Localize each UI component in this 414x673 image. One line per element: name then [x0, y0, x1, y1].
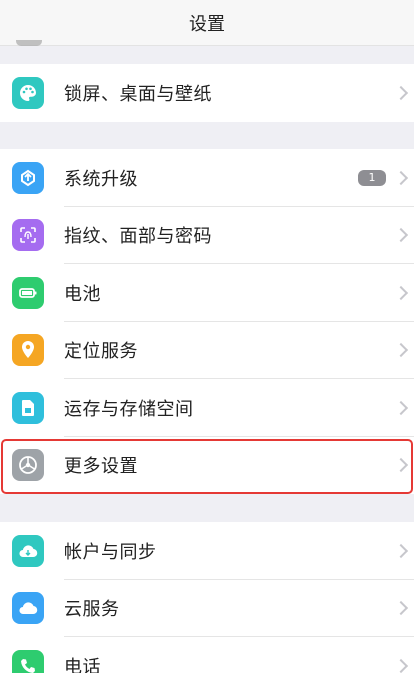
settings-item-memory-storage[interactable]: 运存与存储空间 [0, 379, 414, 437]
chevron-right-icon [393, 658, 409, 673]
battery-icon [12, 276, 44, 309]
settings-item-system-upgrade[interactable]: 系统升级 1 [0, 149, 414, 207]
settings-item-more-settings[interactable]: 更多设置 [0, 436, 414, 494]
upgrade-icon [12, 161, 44, 194]
settings-group-accounts: 帐户与同步 云服务 电话 [0, 522, 414, 673]
update-count-badge: 1 [358, 169, 386, 186]
chevron-right-icon [393, 458, 409, 473]
settings-item-label: 电话 [64, 656, 101, 673]
settings-item-label: 锁屏、桌面与壁纸 [64, 83, 212, 105]
location-icon [12, 334, 44, 367]
settings-item-battery[interactable]: 电池 [0, 264, 414, 322]
storage-icon [12, 391, 44, 424]
settings-item-label: 帐户与同步 [64, 541, 157, 563]
chevron-right-icon [393, 170, 409, 185]
settings-item-fingerprint-face-password[interactable]: 指纹、面部与密码 [0, 206, 414, 264]
settings-item-label: 定位服务 [64, 341, 138, 363]
palette-icon [12, 76, 44, 109]
settings-item-cloud-service[interactable]: 云服务 [0, 579, 414, 637]
settings-group-display: 锁屏、桌面与壁纸 [0, 64, 414, 122]
partial-icon [16, 40, 42, 46]
settings-item-account-sync[interactable]: 帐户与同步 [0, 522, 414, 580]
chevron-right-icon [393, 343, 409, 358]
account-sync-icon [12, 534, 44, 567]
settings-item-label: 指纹、面部与密码 [64, 226, 212, 248]
page-title: 设置 [189, 13, 225, 35]
gear-icon [12, 449, 44, 482]
chevron-right-icon [393, 601, 409, 616]
fingerprint-icon [12, 219, 44, 252]
cloud-icon [12, 592, 44, 625]
settings-item-label: 系统升级 [64, 168, 138, 190]
chevron-right-icon [393, 543, 409, 558]
chevron-right-icon [393, 228, 409, 243]
settings-item-phone[interactable]: 电话 [0, 637, 414, 673]
settings-item-lockscreen-wallpaper[interactable]: 锁屏、桌面与壁纸 [0, 64, 414, 122]
settings-item-label: 云服务 [64, 599, 120, 621]
settings-item-label: 电池 [64, 283, 101, 305]
settings-item-label: 更多设置 [64, 456, 138, 478]
settings-item-label: 运存与存储空间 [64, 398, 194, 420]
settings-group-system: 系统升级 1 指纹、面部与密码 电池 定位服务 运存与存储空间 更多设置 [0, 149, 414, 494]
settings-item-location[interactable]: 定位服务 [0, 321, 414, 379]
nav-bar: 设置 [0, 0, 414, 46]
phone-icon [12, 649, 44, 673]
chevron-right-icon [393, 285, 409, 300]
chevron-right-icon [393, 85, 409, 100]
chevron-right-icon [393, 400, 409, 415]
